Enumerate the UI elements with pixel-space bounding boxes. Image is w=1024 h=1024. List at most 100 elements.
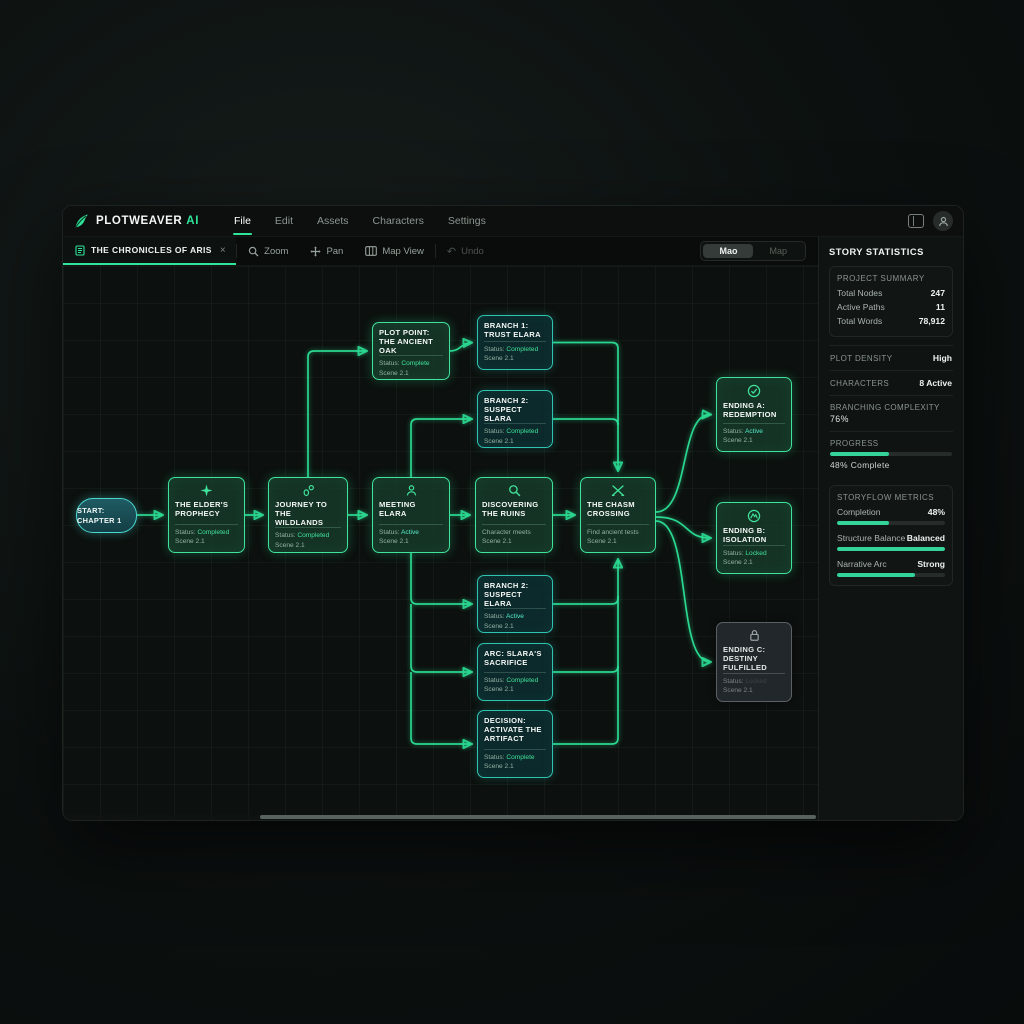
narrative-arc-bar (837, 573, 945, 577)
stat-row-total-nodes: Total Nodes247 (837, 288, 945, 298)
tab-label: THE CHRONICLES OF ARIS (91, 245, 212, 255)
node-title: MEETING ELARA (379, 500, 443, 518)
node-title: PLOT POINT: THE ANCIENT OAK (379, 328, 443, 355)
node-plot-point-ancient-oak[interactable]: PLOT POINT: THE ANCIENT OAK Status: Comp… (372, 322, 450, 380)
node-title: BRANCH 2: SUSPECT SLARA (484, 396, 546, 423)
node-meta: Status: Completed Scene 2.1 (484, 423, 546, 446)
node-chasm-crossing[interactable]: THE CHASM CROSSING Find ancient tests Sc… (580, 477, 656, 553)
horizontal-scrollbar-thumb[interactable] (260, 815, 816, 819)
progress-bar (830, 452, 952, 456)
view-toggle: Mao Map (700, 241, 806, 261)
tab-close-icon[interactable]: × (220, 245, 226, 256)
user-icon (938, 216, 949, 227)
zoom-tool-label: Zoom (264, 246, 288, 257)
project-summary-card: PROJECT SUMMARY Total Nodes247 Active Pa… (829, 266, 953, 337)
metric-completion: Completion48% (837, 507, 945, 517)
progress-caption: 48% Complete (830, 460, 952, 470)
map-view-label: Map View (382, 246, 424, 257)
check-circle-icon (723, 384, 785, 398)
node-title: THE ELDER'S PROPHECY (175, 500, 238, 518)
sparkle-icon (175, 484, 238, 497)
node-title: ENDING C: DESTINY FULFILLED (723, 645, 785, 672)
node-arc-slaras-sacrifice[interactable]: ARC: SLARA'S SACRIFICE Status: Completed… (477, 643, 553, 701)
node-discovering-ruins[interactable]: DISCOVERING THE RUINS Character meets Sc… (475, 477, 553, 553)
node-title: BRANCH 2: SUSPECT ELARA (484, 581, 546, 608)
metric-narrative-arc: Narrative ArcStrong (837, 559, 945, 569)
node-ending-c-destiny[interactable]: ENDING C: DESTINY FULFILLED Status: Lock… (716, 622, 792, 702)
menu-characters[interactable]: Characters (372, 206, 425, 236)
node-title: DECISION: ACTIVATE THE ARTIFACT (484, 716, 546, 743)
node-branch2-suspect-slara[interactable]: BRANCH 2: SUSPECT SLARA Status: Complete… (477, 390, 553, 448)
node-meta: Status: Locked Scene 2.1 (723, 545, 785, 568)
node-title: DISCOVERING THE RUINS (482, 500, 546, 518)
columns-icon (365, 246, 377, 256)
crossed-swords-icon (587, 484, 649, 497)
story-flow-canvas[interactable]: START: CHAPTER 1 THE ELDER'S PROPHECY St… (63, 266, 818, 820)
node-title: ENDING B: ISOLATION (723, 526, 785, 544)
magnifier-icon (248, 246, 259, 257)
node-title: JOURNEY TO THE WILDLANDS (275, 500, 341, 527)
node-title: THE CHASM CROSSING (587, 500, 649, 518)
node-meeting-elara[interactable]: MEETING ELARA Status: Active Scene 2.1 (372, 477, 450, 553)
node-meta: Status: Active Scene 2.1 (379, 524, 443, 547)
lock-icon (723, 629, 785, 642)
node-meta: Character meets Scene 2.1 (482, 524, 546, 547)
avatar[interactable] (933, 211, 953, 231)
title-bar: PLOTWEAVER AI File Edit Assets Character… (63, 206, 963, 237)
metric-structure-balance: Structure BalanceBalanced (837, 533, 945, 543)
menu-settings[interactable]: Settings (447, 206, 487, 236)
footprints-icon (275, 484, 341, 497)
node-meta: Status: Completed Scene 2.1 (484, 672, 546, 695)
node-branch1-trust-elara[interactable]: BRANCH 1: TRUST ELARA Status: Completed … (477, 315, 553, 370)
brand: PLOTWEAVER AI (73, 213, 199, 230)
node-meta: Status: Complete Scene 2.1 (379, 355, 443, 378)
node-meta: Find ancient tests Scene 2.1 (587, 524, 649, 547)
undo-icon: ↶ (447, 245, 456, 258)
progress-section: PROGRESS 48% Complete (829, 431, 953, 477)
start-node[interactable]: START: CHAPTER 1 (76, 498, 137, 533)
completion-bar (837, 521, 945, 525)
undo-label: Undo (461, 246, 484, 257)
branching-complexity-section: BRANCHING COMPLEXITY 76% (829, 395, 953, 431)
titlebar-actions (908, 211, 953, 231)
plot-density-row: PLOT DENSITYHigh (829, 345, 953, 370)
zoom-tool-button[interactable]: Zoom (237, 237, 299, 265)
node-title: BRANCH 1: TRUST ELARA (484, 321, 546, 339)
stat-row-active-paths: Active Paths11 (837, 302, 945, 312)
mountain-circle-icon (723, 509, 785, 523)
story-statistics-panel: STORY STATISTICS PROJECT SUMMARY Total N… (818, 237, 963, 820)
menu-assets[interactable]: Assets (316, 206, 350, 236)
storyflow-metrics-label: STORYFLOW METRICS (837, 493, 945, 502)
person-icon (379, 484, 443, 497)
node-meta: Status: Active Scene 2.1 (723, 423, 785, 446)
node-ending-a-redemption[interactable]: ENDING A: REDEMPTION Status: Active Scen… (716, 377, 792, 452)
pan-tool-button[interactable]: Pan (299, 237, 354, 265)
quill-logo-icon (73, 213, 90, 230)
node-meta: Status: Completed Scene 2.1 (484, 341, 546, 364)
pan-tool-label: Pan (326, 246, 343, 257)
node-elders-prophecy[interactable]: THE ELDER'S PROPHECY Status: Completed S… (168, 477, 245, 553)
app-window: PLOTWEAVER AI File Edit Assets Character… (63, 206, 963, 820)
menu-file[interactable]: File (233, 206, 252, 236)
undo-button[interactable]: ↶ Undo (436, 237, 495, 265)
node-branch2-suspect-elara[interactable]: BRANCH 2: SUSPECT ELARA Status: Active S… (477, 575, 553, 633)
node-ending-b-isolation[interactable]: ENDING B: ISOLATION Status: Locked Scene… (716, 502, 792, 574)
toolbar: THE CHRONICLES OF ARIS × Zoom (63, 237, 818, 266)
branching-complexity-value: 76% (830, 414, 952, 424)
menu-edit[interactable]: Edit (274, 206, 294, 236)
node-decision-activate-artifact[interactable]: DECISION: ACTIVATE THE ARTIFACT Status: … (477, 710, 553, 778)
structure-balance-bar (837, 547, 945, 551)
view-toggle-option-2[interactable]: Map (753, 244, 803, 258)
document-icon (75, 245, 85, 256)
start-node-label: START: CHAPTER 1 (77, 506, 136, 525)
node-journey-wildlands[interactable]: JOURNEY TO THE WILDLANDS Status: Complet… (268, 477, 348, 553)
map-view-button[interactable]: Map View (354, 237, 435, 265)
main-menu: File Edit Assets Characters Settings (233, 206, 487, 236)
panel-toggle-icon[interactable] (908, 214, 924, 228)
node-meta: Status: Active Scene 2.1 (484, 608, 546, 631)
stat-row-total-words: Total Words78,912 (837, 316, 945, 326)
document-tab[interactable]: THE CHRONICLES OF ARIS × (63, 237, 236, 265)
pan-icon (310, 246, 321, 257)
node-title: ENDING A: REDEMPTION (723, 401, 785, 419)
view-toggle-option-1[interactable]: Mao (703, 244, 753, 258)
